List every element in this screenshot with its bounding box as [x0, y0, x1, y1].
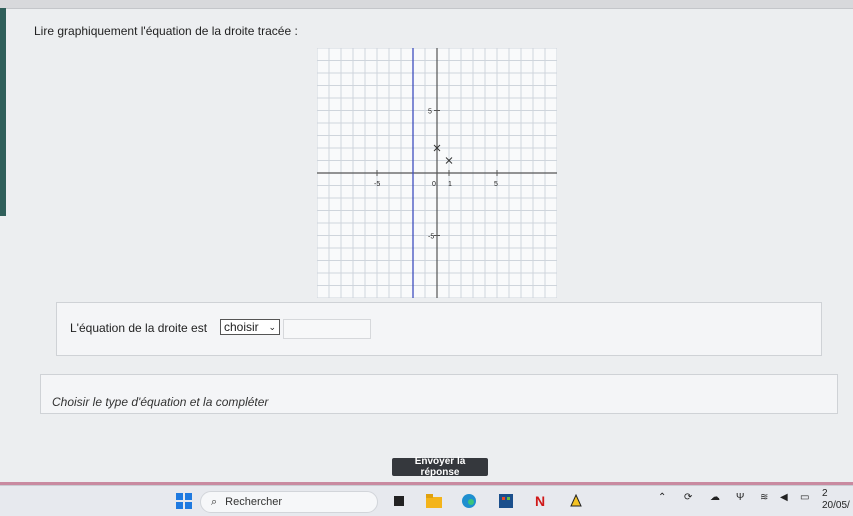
coordinate-graph: -5 0 1 5 5 -5: [317, 48, 557, 298]
left-accent-strip: [0, 8, 6, 216]
browser-top-border: [0, 0, 853, 9]
x-tick-label: 0: [432, 181, 436, 188]
chevron-up-icon[interactable]: ⌃: [658, 492, 666, 503]
store-icon[interactable]: [497, 492, 515, 510]
x-tick-label: -5: [374, 181, 380, 188]
y-tick-label: 5: [428, 109, 432, 116]
equation-type-select[interactable]: choisir ⌄: [220, 319, 280, 335]
clock-date[interactable]: 20/05/: [822, 500, 850, 511]
submit-answer-button[interactable]: Envoyer la réponse: [392, 456, 488, 478]
edge-browser-icon[interactable]: [460, 492, 478, 510]
cloud-icon[interactable]: ☁: [710, 492, 720, 503]
search-icon: ⌕: [211, 495, 218, 508]
exercise-content: Lire graphiquement l'équation de la droi…: [12, 12, 853, 482]
clock-top: 2: [822, 488, 828, 499]
answer-panel: L'équation de la droite est choisir ⌄: [56, 302, 822, 356]
task-view-icon[interactable]: [392, 492, 406, 510]
y-tick-label: -5: [428, 234, 434, 241]
equation-type-value: choisir: [224, 320, 259, 334]
x-tick-label: 5: [494, 181, 498, 188]
sync-icon[interactable]: ⟳: [684, 492, 692, 503]
answer-label: L'équation de la droite est: [70, 321, 208, 335]
question-text: Lire graphiquement l'équation de la droi…: [34, 24, 298, 38]
windows-start-icon[interactable]: [174, 492, 194, 510]
volume-icon[interactable]: ◀: [780, 492, 788, 503]
equation-input-area[interactable]: [283, 319, 371, 339]
taskbar-search-label: Rechercher: [225, 496, 283, 508]
windows-taskbar: ⌕ Rechercher N ⌃ ⟳ ☁ Ψ ≋ ◀ ▭ 2 20/05/: [0, 485, 853, 516]
wifi-icon[interactable]: ≋: [760, 492, 768, 503]
taskbar-search-input[interactable]: ⌕ Rechercher: [200, 491, 378, 513]
app-icon[interactable]: [568, 492, 584, 510]
hint-panel: Choisir le type d'équation et la complét…: [40, 374, 838, 414]
hint-text: Choisir le type d'équation et la complét…: [52, 395, 269, 409]
netflix-icon[interactable]: N: [532, 492, 548, 510]
battery-icon[interactable]: ▭: [800, 492, 809, 503]
chevron-down-icon: ⌄: [268, 321, 276, 332]
file-explorer-icon[interactable]: [425, 492, 443, 510]
x-tick-label: 1: [448, 181, 452, 188]
usb-icon[interactable]: Ψ: [736, 492, 744, 503]
